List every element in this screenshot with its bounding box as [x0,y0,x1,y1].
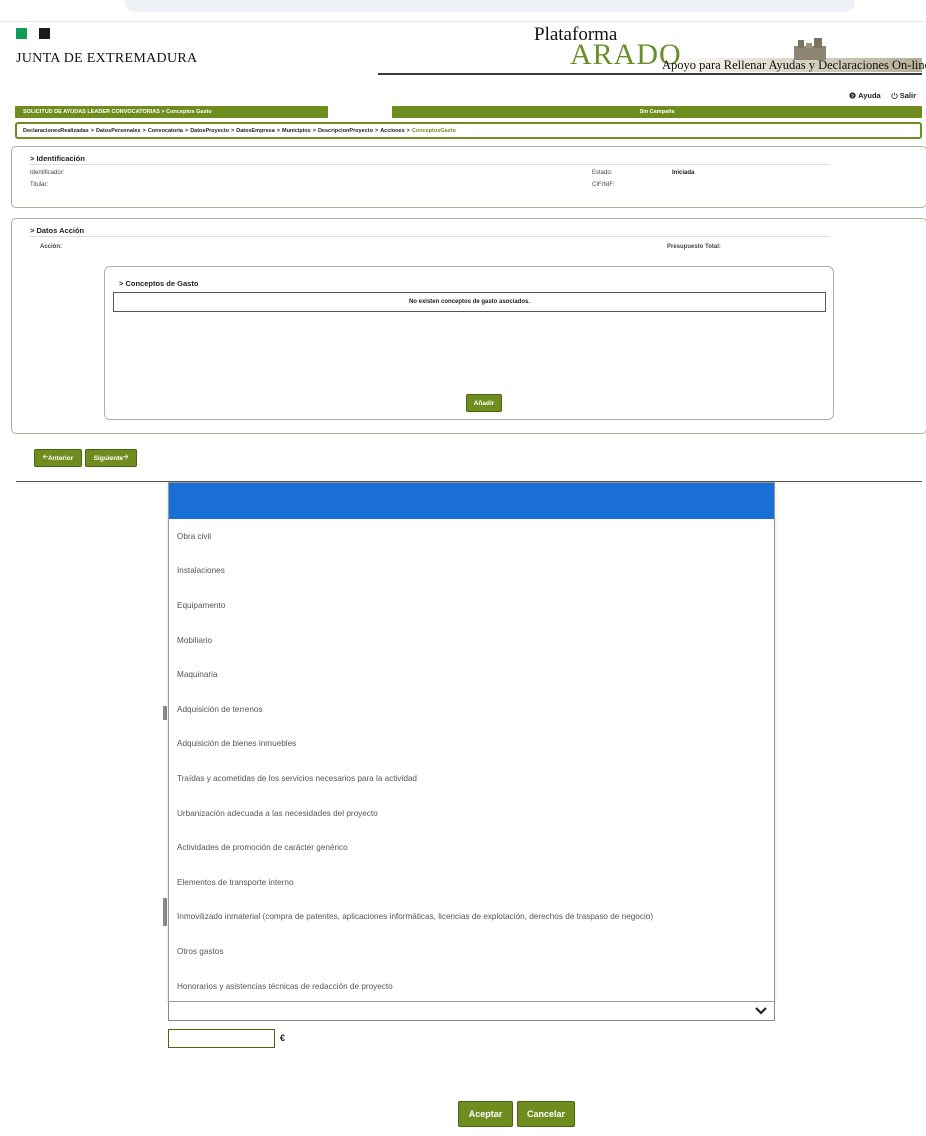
dropdown-option[interactable]: Traídas y acometidas de los servicios ne… [169,761,774,796]
dropdown-option[interactable]: Maquinaria [169,657,774,692]
breadcrumb-item[interactable]: Municipios [282,128,311,134]
amount-input[interactable] [168,1029,275,1048]
estado-label: Estado: [592,170,613,176]
conceptos-title: Conceptos de Gasto [119,279,198,288]
titular-label: Titular: [30,182,49,188]
help-icon: ? [849,92,856,99]
top-divider [0,21,926,22]
breadcrumb-item[interactable]: DatosEmpresa [236,128,275,134]
breadcrumb-sep: > [312,127,316,134]
help-link[interactable]: ? Ayuda [849,91,881,100]
dropdown-option[interactable]: Mobiliario [169,623,774,658]
next-button[interactable]: Siguiente 🡢 [85,449,137,467]
breadcrumb-active: ConceptosGasto [411,127,456,134]
logo-square-black [39,28,50,39]
background-shadow [163,706,167,720]
dropdown-option[interactable]: Instalaciones [169,554,774,589]
dropdown-option[interactable]: Otros gastos [169,934,774,969]
background-shadow [163,898,167,926]
breadcrumb-item[interactable]: DescripcionProyecto [318,128,373,134]
help-links: ? Ayuda Salir [849,91,916,100]
chevron-down-icon [755,1007,767,1015]
dropdown-option[interactable]: Inmovilizado inmaterial (compra de paten… [169,900,774,935]
next-label: Siguiente [93,454,123,462]
previous-label: Anterior [47,454,74,462]
arrow-right-icon: 🡢 [122,453,129,461]
add-concepto-button[interactable]: Añadir [466,394,502,412]
panel-divider [30,164,830,165]
browser-top-strip [125,0,855,12]
breadcrumb-sep: > [90,127,94,134]
dropdown-option[interactable]: Elementos de transporte interno [169,865,774,900]
logout-label: Salir [899,91,916,100]
cancel-button[interactable]: Cancelar [517,1101,575,1127]
dropdown-option[interactable]: Honorarios y asistencias técnicas de red… [169,969,774,1004]
help-label: Ayuda [858,91,881,100]
accion-label: Acción: [40,244,63,250]
breadcrumb-sep: > [276,127,280,134]
breadcrumb-item[interactable]: Acciones [380,128,404,134]
breadcrumb-item[interactable]: DeclaracionesRealizadas [23,128,89,134]
breadcrumb-sep: > [142,127,146,134]
breadcrumb: DeclaracionesRealizadas > DatosPersonales… [15,122,922,139]
header-rule [378,73,922,75]
identificador-label: Identificador: [30,170,65,176]
concepto-dropdown-list[interactable]: Obra civil Instalaciones Equipamento Mob… [168,482,775,1002]
panel-divider [30,236,830,237]
breadcrumb-item[interactable]: DatosPersonales [96,128,141,134]
dropdown-header [169,483,774,519]
junta-logo [16,28,50,39]
empty-conceptos-message: No existen conceptos de gasto asociados. [113,292,826,312]
breadcrumb-sep: > [184,127,189,134]
cif-label: CIF/NIF: [592,182,615,188]
dropdown-option[interactable]: Obra civil [169,519,774,554]
campaign-bar: Sin Campaña [392,106,922,118]
presupuesto-label: Presupuesto Total: [667,244,721,250]
dropdown-option[interactable]: Actividades de promoción de carácter gen… [169,830,774,865]
identificacion-panel: Identificación Identificador: Titular: E… [11,146,926,208]
breadcrumb-item[interactable]: Convocatoria [148,128,183,134]
logout-link[interactable]: Salir [891,91,916,100]
dropdown-option[interactable]: Urbanización adecuada a las necesidades … [169,796,774,831]
breadcrumb-sep: > [374,127,379,134]
org-name: JUNTA DE EXTREMADURA [16,51,198,66]
previous-button[interactable]: 🡠 Anterior [34,449,82,467]
breadcrumb-item[interactable]: DatosProyecto [190,128,229,134]
dropdown-option[interactable]: Adquisición de terrenos [169,692,774,727]
power-icon [891,92,898,99]
datos-accion-title: Datos Acción [30,226,84,235]
breadcrumb-sep: > [231,127,235,134]
platform-tagline: Apoyo para Rellenar Ayudas y Declaracion… [662,58,926,72]
currency-symbol: € [280,1033,286,1043]
dropdown-option[interactable]: Equipamento [169,588,774,623]
dropdown-option[interactable]: Adquisición de bienes inmuebles [169,727,774,762]
castle-icon [794,38,826,60]
concepto-select[interactable] [168,1002,775,1021]
logo-square-green [16,28,27,39]
accept-button[interactable]: Aceptar [458,1101,513,1127]
identificacion-title: Identificación [30,154,84,163]
section-title-bar: SOLICITUD DE AYUDAS LEADER CONVOCATORIAS… [15,106,328,118]
svg-text:?: ? [851,93,854,99]
estado-value: Iniciada [672,170,695,176]
conceptos-gasto-panel: Conceptos de Gasto No existen conceptos … [104,266,834,420]
breadcrumb-sep: > [406,127,410,134]
